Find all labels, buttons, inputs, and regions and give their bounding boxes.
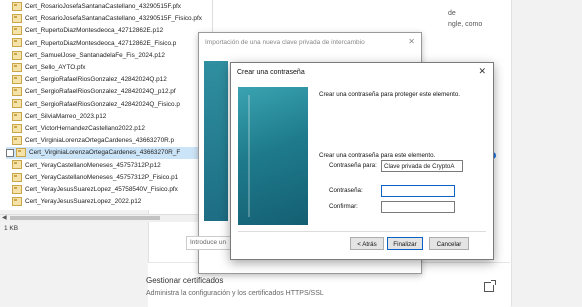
certificate-file-icon	[12, 75, 22, 84]
file-list-item[interactable]: Cert_RosarioJosefaSantanaCastellano_4329…	[12, 1, 208, 13]
file-list-item[interactable]: Cert_RupertoDiazMontesdeoca_42712862E.p1…	[12, 25, 208, 37]
wizard-side-panel	[238, 87, 308, 225]
file-list-item[interactable]: Cert_SergioRafaelRiosGonzalez_42842024Q_…	[12, 99, 208, 111]
file-list-item[interactable]: Cert_YerayJesusSuarezLopez_2022.p12	[12, 196, 208, 208]
dialog-separator	[238, 231, 486, 232]
manage-certificates-subtitle: Administra la configuración y los certif…	[146, 290, 324, 297]
certificate-file-icon	[12, 136, 22, 145]
file-name: Cert_SergioRafaelRiosGonzalez_42842024Q.…	[25, 76, 167, 84]
file-list-item[interactable]: Cert_YerayCastellanoMeneses_45757312P.p1…	[12, 160, 208, 172]
certificate-file-icon	[12, 1, 22, 11]
confirm-password-field[interactable]	[381, 201, 455, 213]
file-name: Cert_SergioRafaelRiosGonzalez_42842024Q_…	[25, 88, 176, 96]
close-icon[interactable]: ✕	[478, 66, 486, 77]
file-list-item[interactable]: Cert_VirginiaLorenzaOrtegaCardenes_43663…	[12, 135, 208, 147]
certificate-file-icon	[12, 184, 22, 194]
certificate-file-icon	[12, 160, 22, 170]
certificate-file-icon	[12, 50, 22, 60]
import-dialog-title: Importación de una nueva clave privada d…	[205, 39, 365, 46]
certificate-file-icon	[12, 99, 22, 109]
file-name: Cert_VirginiaLorenzaOrtegaCardenes_43663…	[25, 137, 175, 145]
file-size-label: 1 KB	[4, 225, 19, 232]
scroll-thumb[interactable]	[10, 216, 160, 220]
file-name: Cert_RosarioJosefaSantanaCastellano_4329…	[25, 15, 202, 23]
horizontal-scrollbar[interactable]: ◀ ▶	[0, 214, 212, 222]
file-name: Cert_RupertoDiazMontesdeoca_42712862E.p1…	[25, 27, 164, 35]
file-list-item[interactable]: Cert_YerayCastellanoMeneses_45757312P_Fi…	[12, 172, 208, 184]
file-name: Cert_SilviaMarreo_2023.p12	[25, 112, 107, 120]
certificate-file-icon	[12, 62, 22, 72]
file-name: Cert_YerayJesusSuarezLopez_2022.p12	[25, 198, 142, 206]
file-name: Cert_RosarioJosefaSantanaCastellano_4329…	[25, 3, 181, 10]
dialog-title: Crear una contraseña	[237, 69, 305, 76]
certificate-file-icon	[12, 111, 22, 121]
certificate-file-icon	[12, 87, 22, 97]
file-name: Cert_VictorHernandezCastellano2022.p12	[25, 125, 145, 132]
file-name: Cert_SamuelJose_SantanadelaFe_Fis_2024.p…	[25, 51, 165, 59]
checkbox-icon[interactable]	[6, 148, 14, 157]
certificate-file-icon	[12, 172, 22, 182]
file-list-item[interactable]: Cert_YerayJesusSuarezLopez_45758540V_Fis…	[12, 184, 208, 196]
password-for-field[interactable]: Clave privada de CryptoA	[381, 160, 463, 172]
file-list-item[interactable]: Cert_RupertoDiazMontesdeoca_42712862E_Fi…	[12, 38, 208, 50]
file-list-item[interactable]: Cert_VirginiaLorenzaOrtegaCardenes_43663…	[6, 147, 210, 160]
open-external-icon[interactable]	[484, 280, 496, 292]
certificate-file-icon	[12, 38, 22, 48]
file-list-item[interactable]: Cert_VictorHernandezCastellano2022.p12	[12, 123, 208, 135]
file-name: Cert_SergioRafaelRiosGonzalez_42842024Q_…	[25, 100, 180, 108]
back-button[interactable]: < Atrás	[350, 237, 384, 250]
create-message: Crear una contraseña para este elemento.	[319, 152, 436, 159]
password-label: Contraseña:	[329, 187, 363, 194]
file-list-item[interactable]: Cert_SergioRafaelRiosGonzalez_42842024Q_…	[12, 86, 208, 98]
protect-message: Crear una contraseña para proteger este …	[319, 91, 461, 98]
file-name: Cert_YerayCastellanoMeneses_45757312P.p1…	[25, 161, 161, 169]
manage-certificates-title: Gestionar certificados	[146, 276, 224, 285]
certificate-file-icon	[12, 26, 22, 36]
side-text-2: ngle, como	[448, 21, 483, 28]
import-side-panel	[204, 61, 228, 221]
side-text-1: de	[448, 10, 456, 17]
file-list-item[interactable]: Cert_SergioRafaelRiosGonzalez_42842024Q.…	[12, 74, 208, 86]
finish-button[interactable]: Finalizar	[387, 237, 423, 250]
certificate-file-icon	[12, 197, 22, 206]
password-field[interactable]	[381, 185, 455, 197]
close-icon[interactable]: ✕	[408, 37, 415, 46]
scroll-left-icon[interactable]: ◀	[2, 214, 7, 221]
confirm-label: Confirmar:	[329, 203, 358, 210]
file-list-item[interactable]: Cert_Sello_AYTO.pfx	[12, 62, 208, 74]
create-password-dialog: Crear una contraseña ✕ Crear una contras…	[230, 62, 494, 260]
file-name: Cert_RupertoDiazMontesdeoca_42712862E_Fi…	[25, 39, 177, 47]
file-name: Cert_YerayCastellanoMeneses_45757312P_Fi…	[25, 173, 179, 181]
certificate-file-icon	[12, 123, 22, 133]
file-name: Cert_Sello_AYTO.pfx	[25, 64, 86, 71]
introduce-field[interactable]: Introduce un	[186, 236, 235, 250]
certificate-file-icon	[16, 148, 26, 158]
file-list: Cert_RosarioJosefaSantanaCastellano_4329…	[0, 0, 213, 210]
cancel-button[interactable]: Cancelar	[429, 237, 469, 250]
file-list-item[interactable]: Cert_SamuelJose_SantanadelaFe_Fis_2024.p…	[12, 50, 208, 62]
file-name: Cert_YerayJesusSuarezLopez_45758540V_Fis…	[25, 186, 178, 193]
file-list-item[interactable]: Cert_SilviaMarreo_2023.p12	[12, 111, 208, 123]
file-list-item[interactable]: Cert_RosarioJosefaSantanaCastellano_4329…	[12, 13, 208, 25]
file-name: Cert_VirginiaLorenzaOrtegaCardenes_43663…	[29, 149, 181, 157]
certificate-file-icon	[12, 14, 22, 23]
password-for-label: Contraseña para:	[329, 162, 377, 169]
